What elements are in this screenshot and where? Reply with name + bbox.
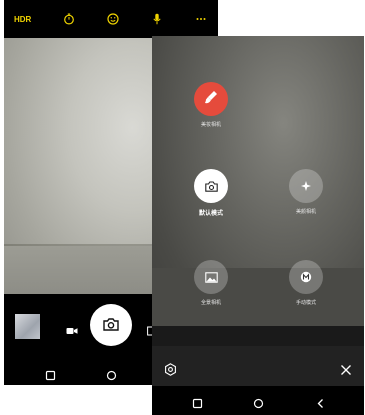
mode-label: 美颜相机 xyxy=(295,209,316,215)
mode-label: 美妆相机 xyxy=(200,122,221,128)
mode-panorama-circle xyxy=(194,260,228,294)
mode-label: 默认模式 xyxy=(198,210,223,217)
mode-makeup-camera[interactable]: 美妆相机 xyxy=(181,82,241,128)
home-icon[interactable] xyxy=(253,394,264,409)
camera-icon xyxy=(204,177,218,196)
hdr-toggle[interactable]: HDR xyxy=(14,15,31,24)
gallery-thumbnail[interactable] xyxy=(15,314,40,339)
mode-manual-circle xyxy=(289,260,323,294)
home-icon[interactable] xyxy=(106,366,117,381)
sparkle-icon xyxy=(300,177,312,196)
camera-shutter-icon xyxy=(103,316,119,335)
bottom-strip xyxy=(152,326,364,346)
back-icon[interactable] xyxy=(315,394,326,408)
system-nav-bar xyxy=(152,386,364,415)
more-icon[interactable] xyxy=(194,12,208,26)
smile-icon[interactable] xyxy=(106,12,120,26)
mode-beauty-circle xyxy=(289,169,323,203)
mode-panorama-camera[interactable]: 全景相机 xyxy=(181,260,241,306)
mode-selector-bottom-bar xyxy=(152,326,364,386)
mode-default[interactable]: 默认模式 xyxy=(181,169,241,217)
recent-apps-icon[interactable] xyxy=(192,394,203,409)
mode-selector-screen: 美妆相机 默认模式 美颜相机 全景相机 手动模式 xyxy=(152,36,364,415)
mode-beauty-camera[interactable]: 美颜相机 xyxy=(276,169,336,215)
timer-icon[interactable] xyxy=(62,12,76,26)
brush-icon xyxy=(203,89,219,109)
video-icon[interactable] xyxy=(66,321,78,334)
mode-manual[interactable]: 手动模式 xyxy=(276,260,336,306)
mode-label: 手动模式 xyxy=(295,300,316,306)
mode-makeup-circle xyxy=(194,82,228,116)
close-icon[interactable] xyxy=(340,361,352,375)
microphone-icon[interactable] xyxy=(150,12,164,26)
mode-default-circle xyxy=(194,169,228,203)
camera-top-bar: HDR xyxy=(4,0,218,38)
mode-label: 全景相机 xyxy=(200,300,221,306)
settings-icon[interactable] xyxy=(164,361,177,376)
recent-apps-icon[interactable] xyxy=(45,366,56,381)
manual-m-icon xyxy=(300,268,312,287)
shutter-button[interactable] xyxy=(90,304,132,346)
image-icon xyxy=(204,268,218,287)
